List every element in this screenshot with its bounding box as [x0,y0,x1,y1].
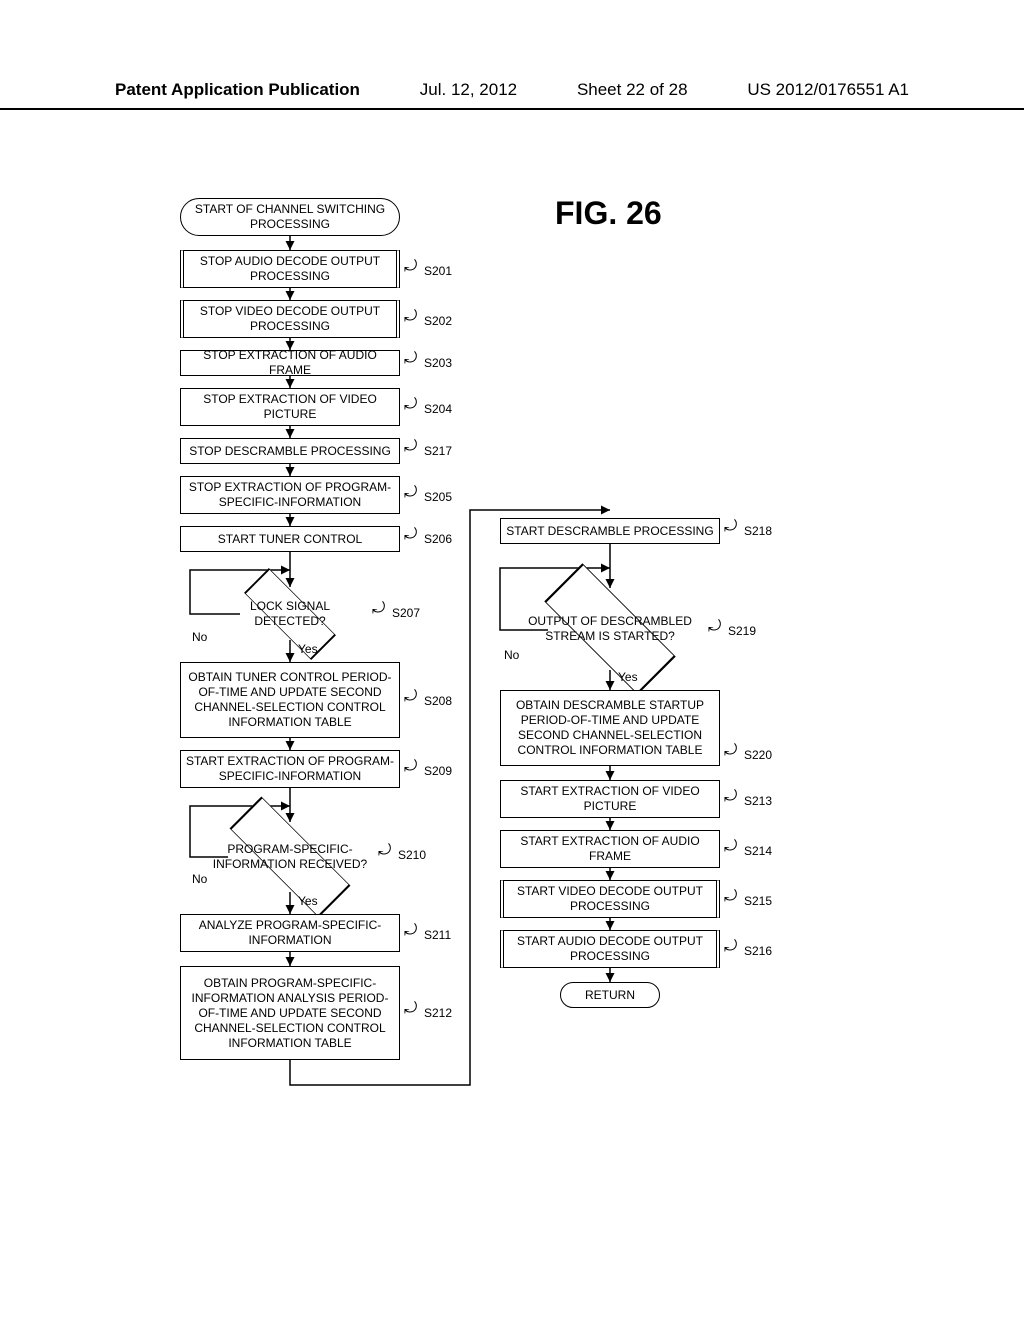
step-s202-num: S202 [424,314,452,328]
no-label: No [504,648,519,662]
step-s202: STOP VIDEO DECODE OUTPUT PROCESSING [180,300,400,338]
step-s211-label: ANALYZE PROGRAM-SPECIFIC-INFORMATION [185,918,395,948]
step-s215-label: START VIDEO DECODE OUTPUT PROCESSING [508,884,712,914]
step-s206-num: S206 [424,532,452,546]
decision-s219: OUTPUT OF DESCRAMBLED STREAM IS STARTED? [528,588,692,670]
sheet-num: Sheet 22 of 28 [577,80,688,100]
hook-icon: ⤾ [404,308,417,326]
step-s212-num: S212 [424,1006,452,1020]
hook-icon: ⤾ [404,350,417,368]
hook-icon: ⤾ [724,938,737,956]
step-s201-label: STOP AUDIO DECODE OUTPUT PROCESSING [188,254,392,284]
hook-icon: ⤾ [378,842,391,860]
decision-s210-label: PROGRAM-SPECIFIC-INFORMATION RECEIVED? [210,842,370,872]
step-s212: OBTAIN PROGRAM-SPECIFIC-INFORMATION ANAL… [180,966,400,1060]
terminal-start-label: START OF CHANNEL SWITCHING PROCESSING [185,202,395,232]
hook-icon: ⤾ [708,618,721,636]
step-s203: STOP EXTRACTION OF AUDIO FRAME [180,350,400,376]
step-s216-num: S216 [744,944,772,958]
hook-icon: ⤾ [404,484,417,502]
step-s205-label: STOP EXTRACTION OF PROGRAM-SPECIFIC-INFO… [185,480,395,510]
decision-s207-label: LOCK SIGNAL DETECTED? [228,599,352,629]
hook-icon: ⤾ [724,742,737,760]
step-s213-label: START EXTRACTION OF VIDEO PICTURE [505,784,715,814]
step-s211: ANALYZE PROGRAM-SPECIFIC-INFORMATION [180,914,400,952]
step-s218-label: START DESCRAMBLE PROCESSING [506,524,713,539]
step-s220-label: OBTAIN DESCRAMBLE STARTUP PERIOD-OF-TIME… [505,698,715,758]
step-s220-num: S220 [744,748,772,762]
hook-icon: ⤾ [404,1000,417,1018]
yes-label: Yes [298,642,318,656]
pub-type: Patent Application Publication [115,80,360,100]
step-s216-label: START AUDIO DECODE OUTPUT PROCESSING [508,934,712,964]
step-s220: OBTAIN DESCRAMBLE STARTUP PERIOD-OF-TIME… [500,690,720,766]
step-s207-num: S207 [392,606,420,620]
step-s219-num: S219 [728,624,756,638]
step-s201: STOP AUDIO DECODE OUTPUT PROCESSING [180,250,400,288]
step-s213: START EXTRACTION OF VIDEO PICTURE [500,780,720,818]
step-s202-label: STOP VIDEO DECODE OUTPUT PROCESSING [188,304,392,334]
step-s216: START AUDIO DECODE OUTPUT PROCESSING [500,930,720,968]
hook-icon: ⤾ [724,788,737,806]
step-s208: OBTAIN TUNER CONTROL PERIOD-OF-TIME AND … [180,662,400,738]
step-s218: START DESCRAMBLE PROCESSING [500,518,720,544]
decision-s210: PROGRAM-SPECIFIC-INFORMATION RECEIVED? [210,822,370,892]
step-s205: STOP EXTRACTION OF PROGRAM-SPECIFIC-INFO… [180,476,400,514]
step-s217: STOP DESCRAMBLE PROCESSING [180,438,400,464]
step-s203-label: STOP EXTRACTION OF AUDIO FRAME [185,348,395,378]
step-s204-num: S204 [424,402,452,416]
no-label: No [192,872,207,886]
hook-icon: ⤾ [404,258,417,276]
step-s217-label: STOP DESCRAMBLE PROCESSING [189,444,391,459]
pub-date: Jul. 12, 2012 [420,80,517,100]
step-s208-num: S208 [424,694,452,708]
hook-icon: ⤾ [724,888,737,906]
step-s210-num: S210 [398,848,426,862]
step-s212-label: OBTAIN PROGRAM-SPECIFIC-INFORMATION ANAL… [185,976,395,1051]
step-s213-num: S213 [744,794,772,808]
decision-s207: LOCK SIGNAL DETECTED? [228,587,352,641]
terminal-return-label: RETURN [585,988,635,1003]
hook-icon: ⤾ [724,838,737,856]
hook-icon: ⤾ [404,396,417,414]
step-s214: START EXTRACTION OF AUDIO FRAME [500,830,720,868]
hook-icon: ⤾ [372,600,385,618]
step-s215-num: S215 [744,894,772,908]
no-label: No [192,630,207,644]
doc-number: US 2012/0176551 A1 [747,80,909,100]
yes-label: Yes [298,894,318,908]
step-s211-num: S211 [424,928,451,942]
step-s214-label: START EXTRACTION OF AUDIO FRAME [505,834,715,864]
hook-icon: ⤾ [404,688,417,706]
yes-label: Yes [618,670,638,684]
step-s215: START VIDEO DECODE OUTPUT PROCESSING [500,880,720,918]
hook-icon: ⤾ [404,758,417,776]
step-s201-num: S201 [424,264,452,278]
terminal-start: START OF CHANNEL SWITCHING PROCESSING [180,198,400,236]
step-s206-label: START TUNER CONTROL [218,532,362,547]
hook-icon: ⤾ [404,526,417,544]
step-s218-num: S218 [744,524,772,538]
step-s203-num: S203 [424,356,452,370]
step-s208-label: OBTAIN TUNER CONTROL PERIOD-OF-TIME AND … [185,670,395,730]
step-s217-num: S217 [424,444,452,458]
step-s209: START EXTRACTION OF PROGRAM-SPECIFIC-INF… [180,750,400,788]
step-s206: START TUNER CONTROL [180,526,400,552]
step-s205-num: S205 [424,490,452,504]
step-s209-num: S209 [424,764,452,778]
terminal-return: RETURN [560,982,660,1008]
step-s209-label: START EXTRACTION OF PROGRAM-SPECIFIC-INF… [185,754,395,784]
step-s204-label: STOP EXTRACTION OF VIDEO PICTURE [185,392,395,422]
step-s204: STOP EXTRACTION OF VIDEO PICTURE [180,388,400,426]
hook-icon: ⤾ [404,438,417,456]
hook-icon: ⤾ [404,922,417,940]
hook-icon: ⤾ [724,518,737,536]
decision-s219-label: OUTPUT OF DESCRAMBLED STREAM IS STARTED? [528,614,692,644]
page-header: Patent Application Publication Jul. 12, … [0,80,1024,110]
step-s214-num: S214 [744,844,772,858]
